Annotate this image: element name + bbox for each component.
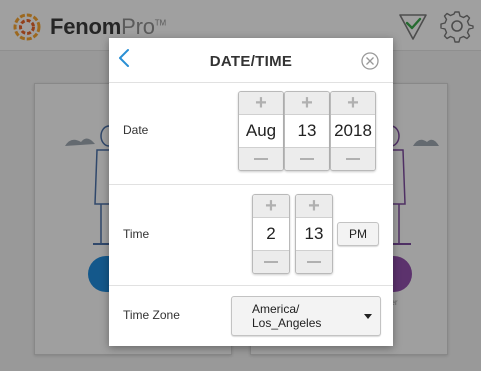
timezone-select[interactable]: America/ Los_Angeles <box>231 296 381 336</box>
time-label: Time <box>123 227 150 241</box>
month-increment-button[interactable]: + <box>239 92 283 115</box>
time-row: Time + 2 + 13 PM <box>109 185 393 286</box>
month-decrement-button[interactable] <box>239 147 283 170</box>
date-row: Date + Aug + 13 + 2018 <box>109 83 393 185</box>
date-label: Date <box>123 123 149 137</box>
minute-stepper[interactable]: + 13 <box>295 194 333 274</box>
close-circle-icon[interactable] <box>361 52 379 70</box>
modal-title: DATE/TIME <box>209 53 293 70</box>
year-stepper[interactable]: + 2018 <box>330 91 376 171</box>
hour-stepper[interactable]: + 2 <box>252 194 290 274</box>
dropdown-caret-icon <box>364 314 372 319</box>
hour-value: 2 <box>266 224 276 243</box>
month-stepper[interactable]: + Aug <box>238 91 284 171</box>
minute-decrement-button[interactable] <box>296 250 332 273</box>
minute-value: 13 <box>304 224 324 243</box>
day-value: 13 <box>297 121 317 140</box>
day-stepper[interactable]: + 13 <box>284 91 330 171</box>
year-value: 2018 <box>334 121 372 140</box>
hour-decrement-button[interactable] <box>253 250 289 273</box>
year-decrement-button[interactable] <box>331 147 375 170</box>
year-increment-button[interactable]: + <box>331 92 375 115</box>
timezone-selected-value: America/ Los_Angeles <box>252 302 322 330</box>
month-value: Aug <box>245 121 277 140</box>
hour-increment-button[interactable]: + <box>253 195 289 218</box>
day-decrement-button[interactable] <box>285 147 329 170</box>
day-increment-button[interactable]: + <box>285 92 329 115</box>
modal-header: DATE/TIME <box>109 38 393 83</box>
minute-increment-button[interactable]: + <box>296 195 332 218</box>
timezone-row: Time Zone America/ Los_Angeles <box>109 286 393 346</box>
datetime-modal: DATE/TIME Date + Aug + 13 + 2018 Time + … <box>109 38 393 346</box>
ampm-toggle-button[interactable]: PM <box>337 222 379 246</box>
timezone-label: Time Zone <box>123 308 180 322</box>
